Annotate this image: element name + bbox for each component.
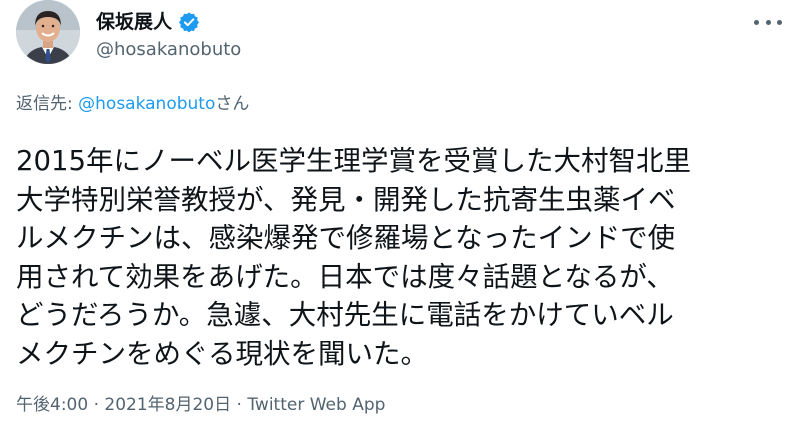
tweet-date-link[interactable]: 2021年8月20日 <box>104 395 231 415</box>
more-dot <box>754 19 759 25</box>
more-options-icon[interactable] <box>754 10 782 34</box>
profile-avatar[interactable] <box>16 0 80 64</box>
tweet-source-link[interactable]: Twitter Web App <box>247 395 385 415</box>
meta-separator: · <box>231 395 248 415</box>
reply-suffix: さん <box>215 94 250 114</box>
tweet-time-link[interactable]: 午後4:00 <box>16 395 88 415</box>
reply-target-link[interactable]: @hosakanobuto <box>78 94 215 114</box>
author-display-name[interactable]: 保坂展人 <box>96 8 172 36</box>
replying-to: 返信先: @hosakanobutoさん <box>16 92 249 116</box>
tweet-text: 2015年にノーベル医学生理学賞を受賞した大村智北里 大学特別栄誉教授が、発見・… <box>16 145 691 370</box>
author-name-row: 保坂展人 <box>96 8 200 36</box>
more-dot <box>765 19 771 25</box>
reply-prefix: 返信先: <box>16 94 79 114</box>
meta-separator: · <box>88 395 105 415</box>
tweet-card: 保坂展人 @hosakanobuto 返信先: @hosakanobutoさん … <box>0 0 800 434</box>
verified-badge-icon <box>178 11 200 33</box>
avatar-portrait-icon <box>16 0 80 64</box>
tweet-meta: 午後4:00 · 2021年8月20日 · Twitter Web App <box>16 393 385 417</box>
author-handle[interactable]: @hosakanobuto <box>96 38 241 62</box>
more-dot <box>777 19 782 25</box>
